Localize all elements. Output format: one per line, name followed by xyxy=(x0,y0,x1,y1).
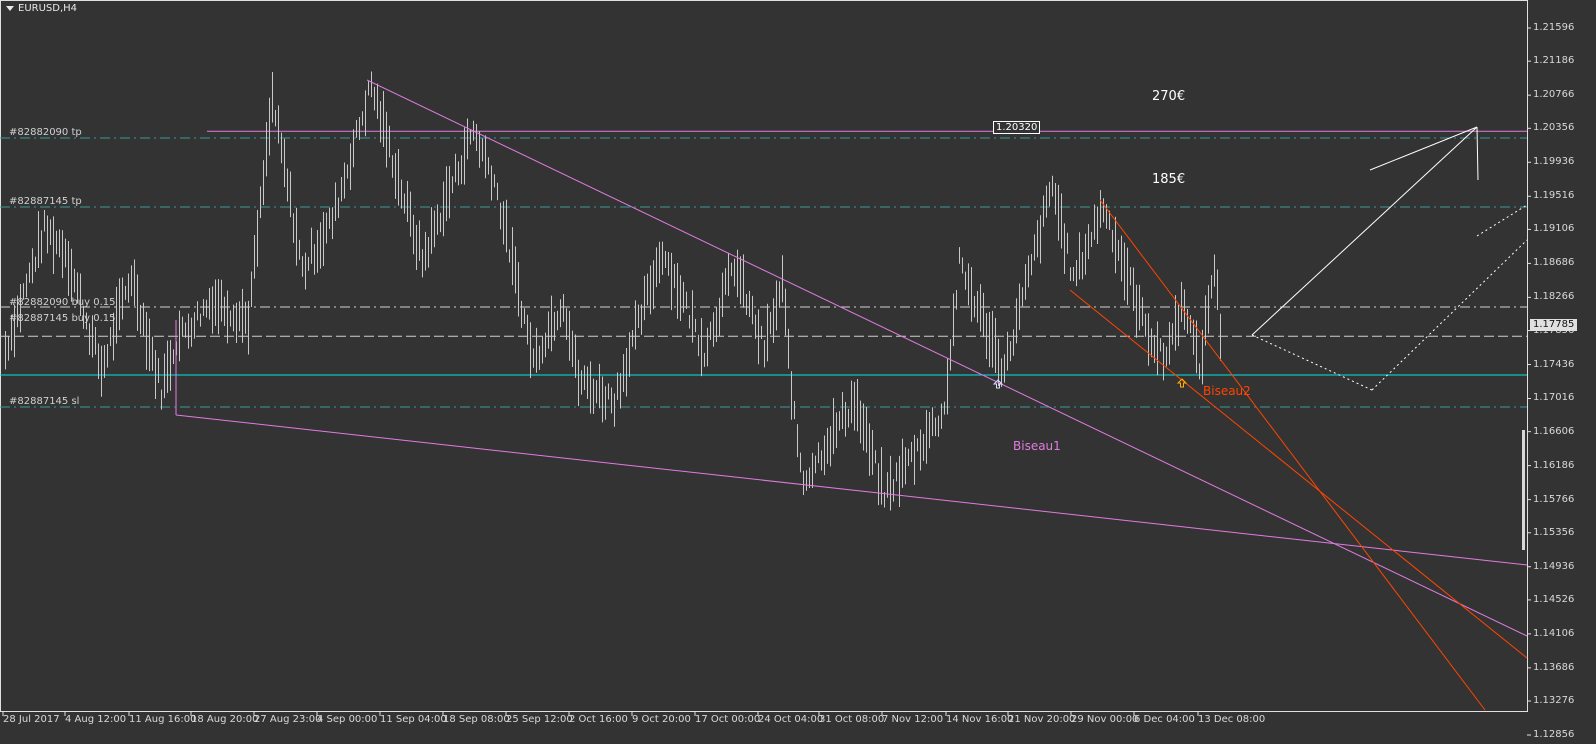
symbol-label: EURUSD,H4 xyxy=(18,3,78,14)
x-tick-label: 11 Aug 16:00 xyxy=(129,714,197,725)
y-tick-label: 1.15766 xyxy=(1533,493,1575,505)
biseau1-upper-trendline xyxy=(366,79,1528,637)
y-tick-label: 1.18266 xyxy=(1533,291,1575,303)
x-tick-label: 9 Oct 20:00 xyxy=(632,714,691,725)
biseau2-upper-trendline xyxy=(1099,199,1486,711)
scroll-indicator xyxy=(1522,430,1525,550)
projection-dashed-line xyxy=(1371,239,1528,391)
y-tick-label: 1.17436 xyxy=(1533,358,1575,370)
x-tick-label: 7 Nov 12:00 xyxy=(882,714,944,725)
y-tick-label: 1.18686 xyxy=(1533,257,1575,269)
y-tick-label: 1.14106 xyxy=(1533,627,1575,639)
x-tick-label: 6 Dec 04:00 xyxy=(1134,714,1195,725)
order-label-tp1: #82882090 tp xyxy=(9,127,82,138)
wedge-label-biseau2[interactable]: Biseau2 xyxy=(1203,384,1251,398)
y-tick-label: 1.20766 xyxy=(1533,89,1575,101)
x-tick-label: 11 Sep 04:00 xyxy=(380,714,447,725)
x-tick-label: 31 Oct 08:00 xyxy=(819,714,885,725)
wedge-label-biseau1[interactable]: Biseau1 xyxy=(1013,439,1061,453)
x-tick-label: 4 Sep 00:00 xyxy=(317,714,378,725)
price-chart[interactable] xyxy=(0,0,1596,744)
y-tick-label: 1.13276 xyxy=(1533,695,1575,707)
x-tick-label: 4 Aug 12:00 xyxy=(65,714,127,725)
dropdown-triangle-icon[interactable] xyxy=(6,5,14,11)
y-tick-label: 1.16606 xyxy=(1533,425,1575,437)
x-tick-label: 17 Oct 00:00 xyxy=(695,714,761,725)
y-tick-label: 1.14526 xyxy=(1533,593,1575,605)
y-tick-label: 1.20356 xyxy=(1533,122,1575,134)
order-label-buy1: #82882090 buy 0.15 xyxy=(9,297,116,308)
projection-dashed-line xyxy=(1251,334,1373,391)
x-tick-label: 24 Oct 04:00 xyxy=(758,714,824,725)
y-tick-label: 1.12856 xyxy=(1533,729,1575,740)
x-tick-label: 18 Aug 20:00 xyxy=(191,714,259,725)
x-tick-label: 28 Jul 2017 xyxy=(3,714,60,725)
y-tick-label: 1.19106 xyxy=(1533,223,1575,235)
x-tick-label: 21 Nov 20:00 xyxy=(1008,714,1076,725)
chart-title[interactable]: EURUSD,H4 xyxy=(6,3,77,14)
order-label-sl: #82887145 sl xyxy=(9,396,80,407)
y-tick-label: 1.16186 xyxy=(1533,459,1575,471)
projection-arrow-line xyxy=(1476,126,1479,181)
profit-label-185: 185€ xyxy=(1152,172,1186,187)
price-label-box[interactable]: 1.20320 xyxy=(993,121,1041,134)
y-tick-label: 1.21186 xyxy=(1533,55,1575,67)
x-tick-label: 27 Aug 23:00 xyxy=(254,714,322,725)
biseau1-lower-trendline xyxy=(175,414,1528,566)
y-tick-label: 1.21596 xyxy=(1533,22,1575,33)
y-tick-label: 1.17016 xyxy=(1533,392,1575,404)
profit-label-270: 270€ xyxy=(1152,89,1186,104)
y-tick-label: 1.13686 xyxy=(1533,661,1575,673)
x-tick-label: 14 Nov 16:00 xyxy=(946,714,1014,725)
x-tick-label: 29 Nov 00:00 xyxy=(1071,714,1139,725)
current-price-label: 1.17785 xyxy=(1530,319,1578,331)
x-tick-label: 25 Sep 12:00 xyxy=(506,714,573,725)
projection-line xyxy=(1251,126,1478,336)
biseau2-lower-trendline xyxy=(1069,289,1528,659)
y-tick-label: 1.14936 xyxy=(1533,560,1575,572)
x-tick-label: 18 Sep 08:00 xyxy=(443,714,510,725)
projection-arrow-line xyxy=(1369,126,1478,171)
projection-dashed-line xyxy=(1476,204,1528,237)
order-label-tp2: #82887145 tp xyxy=(9,196,82,207)
y-tick-label: 1.19516 xyxy=(1533,190,1575,202)
y-tick-label: 1.15356 xyxy=(1533,526,1575,538)
x-tick-label: 2 Oct 16:00 xyxy=(569,714,628,725)
x-tick-label: 13 Dec 08:00 xyxy=(1198,714,1266,725)
order-label-buy2: #82887145 buy 0.15 xyxy=(9,313,116,324)
y-tick-label: 1.19936 xyxy=(1533,156,1575,168)
